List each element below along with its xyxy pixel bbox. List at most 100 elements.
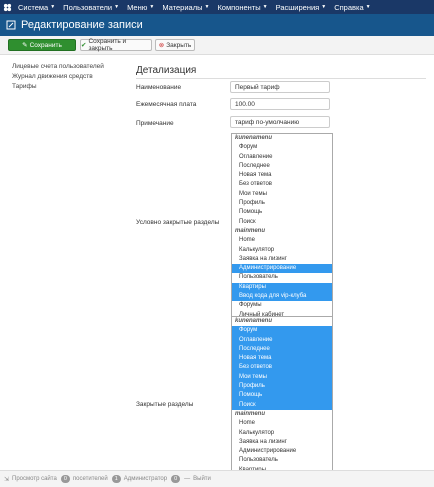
title-bar: Редактирование записи <box>0 14 434 36</box>
select-option[interactable]: Мои темы <box>232 190 332 199</box>
select-option[interactable]: Администрирование <box>232 447 332 456</box>
select-option[interactable]: Последнее <box>232 162 332 171</box>
messages-status[interactable]: 0 <box>171 475 181 483</box>
joomla-logo-icon[interactable] <box>0 0 14 14</box>
sidebar-item-tariffs[interactable]: Тарифы <box>12 82 104 92</box>
nav-menu-components[interactable]: Компоненты ▼ <box>213 3 271 12</box>
section-title: Детализация <box>136 65 197 76</box>
select-option[interactable]: Ввод кода для vip-клуба <box>232 292 332 302</box>
select-option[interactable]: Помощь <box>232 391 332 401</box>
close-icon: ⊗ <box>158 42 165 49</box>
select-option[interactable]: Оглавление <box>232 335 332 345</box>
option-group-label: kunenamenu <box>235 135 273 141</box>
fee-input[interactable]: 100.00 <box>230 98 330 110</box>
nav-menu-extensions[interactable]: Расширения ▼ <box>272 3 331 12</box>
sidebar-item-funds-log[interactable]: Журнал движения средств <box>12 72 104 82</box>
logout-icon: — <box>184 476 191 482</box>
nav-menu-menus[interactable]: Меню ▼ <box>123 3 158 12</box>
nav-menu-label: Система <box>18 2 49 12</box>
view-site-link[interactable]: ⇲ Просмотр сайта <box>4 476 57 483</box>
caret-down-icon: ▼ <box>365 4 371 10</box>
select-option[interactable]: Заявка на лизинг <box>232 255 332 264</box>
select-option[interactable]: Профиль <box>232 199 332 208</box>
select-option[interactable]: Квартиры <box>232 282 332 293</box>
fee-label: Ежемесячная плата <box>136 101 197 108</box>
view-site-label: Просмотр сайта <box>12 476 57 482</box>
save-button[interactable]: ✎ Сохранить <box>8 39 76 51</box>
select-option[interactable]: Поиск <box>232 400 332 410</box>
nav-menu-label: Справка <box>334 2 364 12</box>
select-option[interactable]: Без ответов <box>232 180 332 189</box>
select-option[interactable]: Форум <box>232 143 332 152</box>
close-button[interactable]: ⊗ Закрыть <box>155 39 195 51</box>
caret-down-icon: ▼ <box>50 4 56 10</box>
caret-down-icon: ▼ <box>204 4 210 10</box>
select-option[interactable]: Пользователь <box>232 456 332 465</box>
select-option[interactable]: Помощь <box>232 208 332 217</box>
select-option[interactable]: Форумы <box>232 301 332 310</box>
toolbar: ✎ Сохранить ✔ Сохранить и закрыть ⊗ Закр… <box>0 36 434 55</box>
admins-count-badge: 1 <box>111 475 121 483</box>
select-option[interactable]: Администрирование <box>232 264 332 274</box>
closed-sections-label: Закрытые разделы <box>136 401 194 408</box>
admins-status: 1 Администратор <box>111 475 168 483</box>
messages-count-badge: 0 <box>171 475 181 483</box>
select-option[interactable]: Последнее <box>232 344 332 355</box>
conditionally-closed-label: Условно закрытые разделы <box>136 219 220 226</box>
sidebar: Лицевые счета пользователей Журнал движе… <box>12 62 104 92</box>
logout-link[interactable]: — Выйти <box>184 476 211 482</box>
nav-menu-label: Пользователи <box>63 2 113 12</box>
caret-down-icon: ▼ <box>149 4 155 10</box>
nav-menu-users[interactable]: Пользователи ▼ <box>59 3 123 12</box>
note-input[interactable]: тариф по-умолчанию <box>230 116 330 128</box>
nav-menu-help[interactable]: Справка ▼ <box>330 3 374 12</box>
sidebar-item-user-accounts[interactable]: Лицевые счета пользователей <box>12 62 104 72</box>
page-title: Редактирование записи <box>21 19 143 31</box>
nav-menu-label: Меню <box>127 2 148 12</box>
select-option[interactable]: Мои темы <box>232 372 332 383</box>
select-option[interactable]: Новая тема <box>232 354 332 364</box>
top-navbar: Система ▼ Пользователи ▼ Меню ▼ Материалы ▼ … <box>0 0 434 14</box>
select-option[interactable]: Новая тема <box>232 171 332 180</box>
select-option[interactable]: Home <box>232 419 332 428</box>
select-option[interactable]: Без ответов <box>232 363 332 373</box>
visitors-label: посетителей <box>72 476 108 482</box>
visitors-count-badge: 0 <box>60 475 70 483</box>
nav-menu-label: Компоненты <box>217 2 261 12</box>
external-link-icon: ⇲ <box>4 476 10 483</box>
select-option[interactable]: Форум <box>232 326 332 336</box>
status-bar: ⇲ Просмотр сайта 0 посетителей 1 Админис… <box>0 470 434 487</box>
select-option[interactable]: Калькулятор <box>232 246 332 255</box>
select-option[interactable]: Home <box>232 236 332 245</box>
select-option[interactable]: Заявка на лизинг <box>232 438 332 447</box>
caret-down-icon: ▼ <box>262 4 268 10</box>
save-button-label: Сохранить <box>29 41 62 49</box>
nav-menu-content[interactable]: Материалы ▼ <box>158 3 213 12</box>
select-option[interactable]: Пользователь <box>232 273 332 282</box>
name-input[interactable]: Первый тариф <box>230 81 330 93</box>
select-option[interactable]: Поиск <box>232 218 332 227</box>
save-and-close-button[interactable]: ✔ Сохранить и закрыть <box>80 38 152 52</box>
option-group-label: kunenamenu <box>235 318 273 324</box>
option-group-label: mainmenu <box>235 227 266 234</box>
admins-label: Администратор <box>123 476 168 482</box>
caret-down-icon: ▼ <box>321 4 327 10</box>
edit-icon <box>6 20 16 30</box>
nav-menu-system[interactable]: Система ▼ <box>14 3 59 12</box>
close-button-label: Закрыть <box>166 41 192 49</box>
select-option[interactable]: Оглавление <box>232 153 332 162</box>
visitors-status: 0 посетителей <box>60 475 108 483</box>
note-label: Примечание <box>136 120 174 127</box>
conditionally-closed-multiselect[interactable]: kunenamenu Форум Оглавление Последнее Новая … <box>231 133 333 322</box>
select-option[interactable]: Калькулятор <box>232 429 332 438</box>
nav-menu-label: Материалы <box>162 2 203 12</box>
logout-label: Выйти <box>193 476 211 482</box>
select-option[interactable]: Профиль <box>232 382 332 392</box>
nav-menu-label: Расширения <box>275 2 320 12</box>
name-label: Наименование <box>136 84 182 91</box>
section-divider <box>136 78 426 79</box>
check-icon: ✔ <box>81 42 87 49</box>
closed-sections-multiselect[interactable]: kunenamenu Форум Оглавление Последнее Новая … <box>231 316 333 476</box>
save-icon: ✎ <box>22 42 28 49</box>
caret-down-icon: ▼ <box>114 4 120 10</box>
